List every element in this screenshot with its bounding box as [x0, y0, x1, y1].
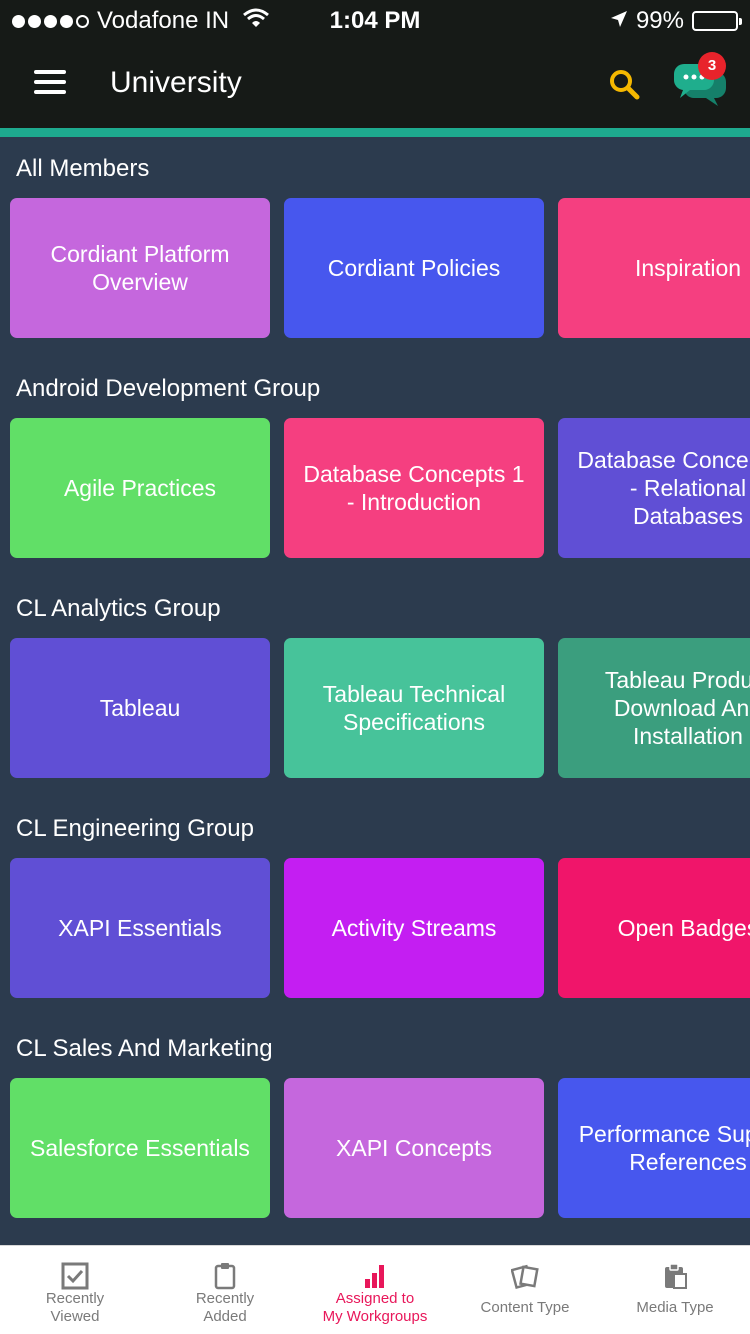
course-tile[interactable]: XAPI Concepts	[284, 1078, 544, 1218]
group-tiles-row[interactable]: Agile Practices Database Concepts 1 - In…	[10, 418, 750, 558]
group-tiles-row[interactable]: Salesforce Essentials XAPI Concepts Perf…	[10, 1078, 750, 1218]
group-tiles-row[interactable]: Cordiant Platform Overview Cordiant Poli…	[10, 198, 750, 338]
course-tile[interactable]: Activity Streams	[284, 858, 544, 998]
course-tile[interactable]: Database Concepts 2 - Relational Databas…	[558, 418, 750, 558]
header-accent-divider	[0, 128, 750, 137]
group-title: All Members	[16, 155, 150, 182]
group-cl-engineering: CL Engineering Group XAPI Essentials Act…	[0, 797, 750, 1017]
status-right: 99%	[610, 7, 742, 35]
clipboard-icon	[211, 1262, 239, 1290]
status-bar: Vodafone IN 1:04 PM 99%	[0, 0, 750, 40]
course-tile[interactable]: Agile Practices	[10, 418, 270, 558]
tab-media-type[interactable]: Media Type	[600, 1246, 750, 1334]
media-clipboard-icon	[661, 1262, 689, 1290]
course-tile[interactable]: Database Concepts 1 - Introduction	[284, 418, 544, 558]
tab-assigned-to-my-workgroups[interactable]: Assigned to My Workgroups	[300, 1246, 450, 1334]
hamburger-menu-icon[interactable]	[34, 70, 66, 98]
course-tile[interactable]: Salesforce Essentials	[10, 1078, 270, 1218]
tab-recently-viewed[interactable]: Recently Viewed	[0, 1246, 150, 1334]
course-tile[interactable]: Tableau	[10, 638, 270, 778]
tab-label: Content Type	[480, 1299, 570, 1316]
group-title: CL Analytics Group	[16, 595, 221, 622]
group-title: CL Sales And Marketing	[16, 1035, 273, 1062]
chat-notification-badge: 3	[698, 52, 726, 80]
tab-content-type[interactable]: Content Type	[450, 1246, 600, 1334]
group-tiles-row[interactable]: Tableau Tableau Technical Specifications…	[10, 638, 750, 778]
workgroups-list[interactable]: All Members Cordiant Platform Overview C…	[0, 137, 750, 1245]
tab-label: Media Type	[636, 1299, 714, 1316]
tab-label: Recently Viewed	[45, 1290, 105, 1325]
course-tile[interactable]: Tableau Product Download And Installatio…	[558, 638, 750, 778]
tab-label: Assigned to My Workgroups	[322, 1290, 428, 1325]
nav-bar: University 3	[0, 40, 750, 128]
battery-icon	[692, 11, 742, 31]
course-tile[interactable]: Open Badges	[558, 858, 750, 998]
course-tile[interactable]: Cordiant Policies	[284, 198, 544, 338]
course-tile[interactable]: Inspiration	[558, 198, 750, 338]
course-tile[interactable]: Tableau Technical Specifications	[284, 638, 544, 778]
battery-percent: 99%	[635, 7, 684, 34]
page-title: University	[110, 66, 242, 99]
checkbox-icon	[61, 1262, 89, 1290]
bottom-tab-bar: Recently Viewed Recently Added Assigned …	[0, 1245, 750, 1334]
group-cl-analytics: CL Analytics Group Tableau Tableau Techn…	[0, 577, 750, 797]
course-tile[interactable]: Performance Support References	[558, 1078, 750, 1218]
group-title: CL Engineering Group	[16, 815, 254, 842]
course-tile[interactable]: Cordiant Platform Overview	[10, 198, 270, 338]
location-arrow-icon	[610, 7, 628, 35]
tab-recently-added[interactable]: Recently Added	[150, 1246, 300, 1334]
group-tiles-row[interactable]: XAPI Essentials Activity Streams Open Ba…	[10, 858, 750, 998]
group-android-development: Android Development Group Agile Practice…	[0, 357, 750, 577]
group-title: Android Development Group	[16, 375, 321, 402]
group-cl-sales-marketing: CL Sales And Marketing Salesforce Essent…	[0, 1017, 750, 1237]
group-all-members: All Members Cordiant Platform Overview C…	[0, 137, 750, 357]
search-icon[interactable]	[608, 68, 642, 102]
course-tile[interactable]: XAPI Essentials	[10, 858, 270, 998]
documents-icon	[510, 1262, 539, 1290]
bar-chart-icon	[361, 1262, 389, 1290]
tab-label: Recently Added	[195, 1290, 255, 1325]
